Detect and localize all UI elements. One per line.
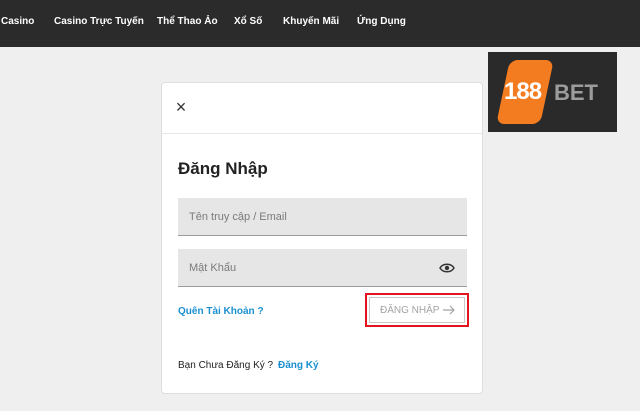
- top-navigation: Casino Casino Trực Tuyến Thể Thao Ảo Xổ …: [0, 0, 640, 47]
- arrow-right-icon: [443, 305, 455, 315]
- nav-item-khuyen-mai[interactable]: Khuyến Mãi: [283, 16, 339, 27]
- nav-item-casino-truc-tuyen[interactable]: Casino Trực Tuyến: [54, 16, 144, 27]
- login-button-label: ĐĂNG NHẬP: [380, 305, 440, 316]
- nav-item-the-thao-ao[interactable]: Thể Thao Ảo: [157, 16, 218, 27]
- login-modal: × Đăng Nhập Quên Tài Khoản ? ĐĂNG NHẬP B…: [161, 82, 483, 394]
- register-prompt: Bạn Chưa Đăng Ký ?: [178, 360, 274, 371]
- password-input[interactable]: [178, 249, 467, 287]
- forgot-account-link[interactable]: Quên Tài Khoản ?: [178, 306, 264, 317]
- close-icon[interactable]: ×: [173, 98, 189, 116]
- register-link[interactable]: Đăng Ký: [278, 360, 319, 371]
- modal-header: ×: [162, 83, 482, 134]
- brand-logo: 188 BET: [488, 52, 617, 132]
- nav-item-ung-dung[interactable]: Ứng Dụng: [357, 16, 406, 27]
- nav-item-casino[interactable]: Casino: [1, 16, 34, 27]
- logo-number: 188: [504, 78, 542, 105]
- nav-item-xo-so[interactable]: Xổ Số: [234, 16, 262, 27]
- modal-title: Đăng Nhập: [178, 159, 268, 178]
- eye-icon[interactable]: [439, 262, 455, 274]
- logo-brand-text: BET: [554, 80, 598, 105]
- login-button[interactable]: ĐĂNG NHẬP: [369, 297, 465, 323]
- username-input[interactable]: [178, 198, 467, 236]
